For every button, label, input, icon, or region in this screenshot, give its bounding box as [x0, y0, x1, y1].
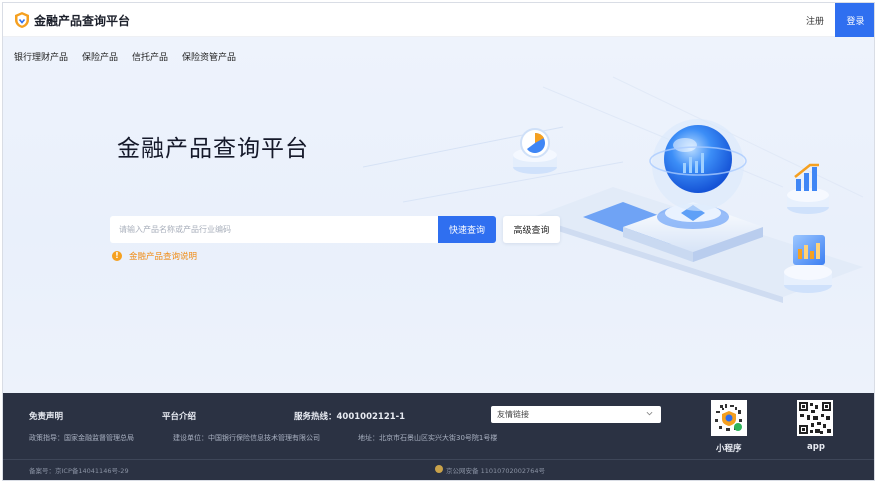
footer-divider: [3, 459, 874, 460]
builder-unit: 建设单位：中国银行保险信息技术管理有限公司: [173, 434, 320, 442]
hero-title: 金融产品查询平台: [117, 136, 309, 162]
nav-item-bank-wealth[interactable]: 银行理财产品: [14, 50, 68, 63]
top-header: 金融产品查询平台 注册 登录: [3, 3, 874, 37]
miniprogram-qr-code: [711, 400, 747, 436]
query-instructions-link[interactable]: 金融产品查询说明: [129, 250, 197, 262]
friend-links-label: 友情链接: [497, 410, 529, 419]
logo-text: 金融产品查询平台: [34, 14, 131, 28]
category-nav: 银行理财产品 保险产品 信托产品 保险资管产品: [14, 50, 236, 63]
icp-record: 备案号：京ICP备14041146号-29: [29, 467, 129, 475]
nav-item-insurance[interactable]: 保险产品: [82, 50, 118, 63]
shield-logo-icon: [15, 12, 29, 28]
nav-item-trust[interactable]: 信托产品: [132, 50, 168, 63]
disclaimer-link[interactable]: 免责声明: [29, 410, 63, 422]
police-badge-icon: [435, 465, 443, 473]
advanced-search-button[interactable]: 高级查询: [503, 216, 560, 243]
hero-section: 银行理财产品 保险产品 信托产品 保险资管产品 金融产品查询平台 请输入产品名称…: [3, 37, 874, 393]
policy-guidance: 政策指导：国家金融监督管理总局: [29, 434, 134, 442]
register-link[interactable]: 注册: [806, 14, 824, 27]
miniprogram-label: 小程序: [716, 444, 742, 454]
page-frame: 金融产品查询平台 注册 登录 银行理财产品 保险产品 信托产品 保险资管产品 金…: [2, 2, 875, 481]
app-label: app: [807, 442, 825, 452]
office-address: 地址：北京市石景山区实兴大街30号院1号楼: [358, 434, 498, 442]
login-button[interactable]: 登录: [835, 3, 874, 37]
chevron-down-icon: [646, 411, 653, 416]
nav-item-insurance-asset[interactable]: 保险资管产品: [182, 50, 236, 63]
quick-search-button[interactable]: 快速查询: [438, 216, 496, 243]
platform-intro-link[interactable]: 平台介绍: [162, 410, 196, 422]
exclamation-icon: !: [112, 251, 122, 261]
app-qr-code: [797, 400, 833, 436]
friend-links-select[interactable]: 友情链接: [491, 406, 661, 423]
product-search-input[interactable]: [110, 216, 438, 243]
service-hotline: 服务热线：4001002121-1: [294, 412, 406, 422]
page-footer: 免责声明 平台介绍 服务热线：4001002121-1 友情链接 政策指导：国家…: [3, 393, 874, 480]
hero-illustration: [363, 76, 864, 303]
police-record: 京公网安备 11010702002764号: [446, 467, 545, 475]
